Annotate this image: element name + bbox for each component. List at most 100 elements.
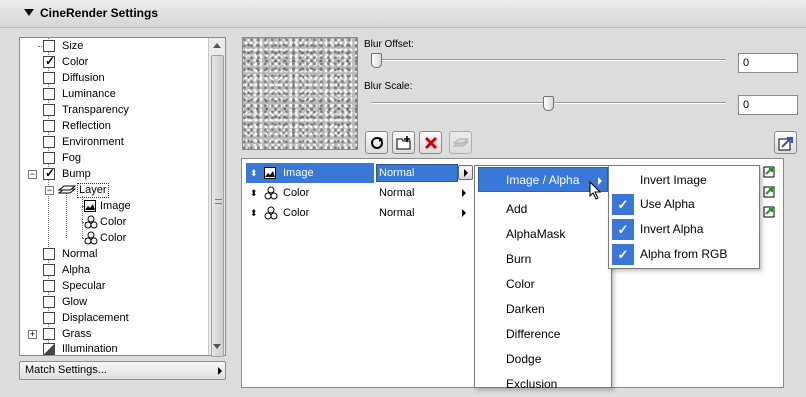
scroll-up-icon[interactable]: [213, 43, 221, 48]
channel-item-transparency[interactable]: Transparency: [20, 102, 210, 118]
menu-item-invert-image[interactable]: Invert Image: [609, 168, 759, 193]
channel-checkbox[interactable]: [43, 296, 55, 308]
layer-row-color[interactable]: ⬍ Color Normal: [242, 203, 478, 223]
channel-item-bump[interactable]: − ✓ Bump: [20, 166, 210, 182]
menu-item-invert-alpha[interactable]: ✓ Invert Alpha: [609, 217, 759, 242]
menu-item-label: Darken: [506, 302, 545, 316]
collapse-triangle-icon[interactable]: [24, 9, 34, 16]
channel-checkbox[interactable]: [43, 312, 55, 324]
chevron-right-icon: [462, 209, 466, 217]
channel-item-grass[interactable]: + Grass: [20, 326, 210, 342]
channel-checkbox[interactable]: ✓: [43, 166, 55, 180]
layer-action-icon[interactable]: [763, 206, 776, 219]
channel-checkbox[interactable]: [43, 328, 55, 340]
match-settings-button[interactable]: Match Settings...: [19, 361, 226, 380]
channel-item-luminance[interactable]: Luminance: [20, 86, 210, 102]
image-alpha-submenu[interactable]: Invert Image ✓ Use Alpha ✓ Invert Alpha …: [608, 165, 760, 269]
layer-row-color[interactable]: ⬍ Color Normal: [242, 183, 478, 203]
channel-label: Glow: [62, 296, 88, 308]
menu-item-label: Burn: [506, 252, 532, 266]
layers-icon: [452, 138, 469, 147]
export-button[interactable]: [774, 131, 797, 154]
tree-scrollbar[interactable]: [208, 38, 225, 357]
blend-mode-value[interactable]: Normal: [379, 183, 414, 203]
menu-item-exclusion[interactable]: Exclusion: [475, 372, 611, 397]
image-icon: [84, 200, 96, 212]
menu-item-difference[interactable]: Difference: [475, 322, 611, 347]
menu-item-label: Invert Alpha: [640, 222, 704, 236]
tree-item-color[interactable]: Color: [20, 230, 210, 246]
scroll-down-icon[interactable]: [213, 344, 221, 349]
menu-item-label: Add: [506, 202, 528, 216]
delete-layer-button[interactable]: [419, 131, 442, 154]
delete-icon: [424, 136, 437, 150]
layer-action-icon[interactable]: [763, 166, 776, 179]
channel-item-color[interactable]: ✓ Color: [20, 54, 210, 70]
channel-checkbox[interactable]: [43, 136, 55, 148]
menu-item-label: Difference: [506, 327, 561, 341]
updown-icon[interactable]: ⬍: [250, 203, 258, 223]
channel-checkbox[interactable]: [43, 152, 55, 164]
tree-item-image[interactable]: Image: [20, 198, 210, 214]
collapse-icon[interactable]: −: [45, 186, 54, 195]
check-mark-icon: ✓: [612, 219, 634, 240]
blend-mode-button[interactable]: [460, 187, 470, 198]
blend-mode-button[interactable]: [458, 165, 473, 180]
channel-item-diffusion[interactable]: Diffusion: [20, 70, 210, 86]
channel-label: Specular: [62, 280, 106, 292]
menu-item-color[interactable]: Color: [475, 272, 611, 297]
menu-item-darken[interactable]: Darken: [475, 297, 611, 322]
blur-offset-slider-thumb[interactable]: [371, 53, 382, 68]
check-mark-icon: ✓: [612, 244, 634, 265]
settings-header[interactable]: CineRender Settings: [0, 0, 806, 28]
blur-offset-track[interactable]: [371, 59, 726, 61]
channel-item-glow[interactable]: Glow: [20, 294, 210, 310]
channel-item-fog[interactable]: Fog: [20, 150, 210, 166]
menu-item-alpha-from-rgb[interactable]: ✓ Alpha from RGB: [609, 242, 759, 267]
channel-checkbox[interactable]: [43, 280, 55, 292]
channel-item-alpha[interactable]: Alpha: [20, 262, 210, 278]
channel-checkbox[interactable]: [43, 72, 55, 84]
blur-scale-slider-thumb[interactable]: [543, 96, 554, 111]
channel-tree[interactable]: Size ✓ Color Diffusion Luminance Transpa…: [19, 37, 226, 356]
channel-item-illumination[interactable]: Illumination: [20, 341, 210, 357]
channel-item-displacement[interactable]: Displacement: [20, 310, 210, 326]
blur-offset-field[interactable]: 0: [738, 53, 798, 73]
flatten-layers-button[interactable]: [449, 131, 472, 154]
channel-checkbox[interactable]: [43, 264, 55, 276]
blend-mode-button[interactable]: [460, 207, 470, 218]
channel-checkbox[interactable]: [43, 104, 55, 116]
menu-item-dodge[interactable]: Dodge: [475, 347, 611, 372]
channel-item-specular[interactable]: Specular: [20, 278, 210, 294]
menu-item-label: Invert Image: [640, 173, 707, 187]
updown-icon[interactable]: ⬍: [250, 163, 258, 183]
expand-icon[interactable]: +: [28, 330, 37, 339]
menu-item-burn[interactable]: Burn: [475, 247, 611, 272]
layer-row-image[interactable]: ⬍ Image Normal: [242, 163, 478, 183]
channel-checkbox[interactable]: [43, 248, 55, 260]
channel-item-reflection[interactable]: Reflection: [20, 118, 210, 134]
updown-icon[interactable]: ⬍: [250, 183, 258, 203]
menu-item-use-alpha[interactable]: ✓ Use Alpha: [609, 192, 759, 217]
channel-checkbox[interactable]: [43, 40, 55, 52]
channel-item-normal[interactable]: Normal: [20, 246, 210, 262]
blur-scale-field[interactable]: 0: [738, 95, 798, 115]
channel-checkbox[interactable]: [43, 88, 55, 100]
channel-item-size[interactable]: Size: [20, 38, 210, 54]
add-layer-button[interactable]: [392, 131, 415, 154]
channel-checkbox[interactable]: ✓: [43, 54, 55, 68]
panel-title: CineRender Settings: [40, 6, 159, 20]
blend-mode-value[interactable]: Normal: [379, 203, 414, 223]
tree-item-color[interactable]: Color: [20, 214, 210, 230]
menu-item-label: Alpha from RGB: [640, 247, 728, 261]
scroll-thumb[interactable]: [211, 55, 224, 357]
channel-checkbox[interactable]: [43, 343, 55, 355]
layer-action-icon[interactable]: [763, 186, 776, 199]
collapse-icon[interactable]: −: [28, 170, 37, 179]
channel-checkbox[interactable]: [43, 120, 55, 132]
channel-label: Color: [100, 232, 127, 244]
refresh-button[interactable]: [365, 131, 388, 154]
channel-item-environment[interactable]: Environment: [20, 134, 210, 150]
tree-item-layer[interactable]: − Layer: [20, 182, 210, 198]
menu-item-alphamask[interactable]: AlphaMask: [475, 222, 611, 247]
